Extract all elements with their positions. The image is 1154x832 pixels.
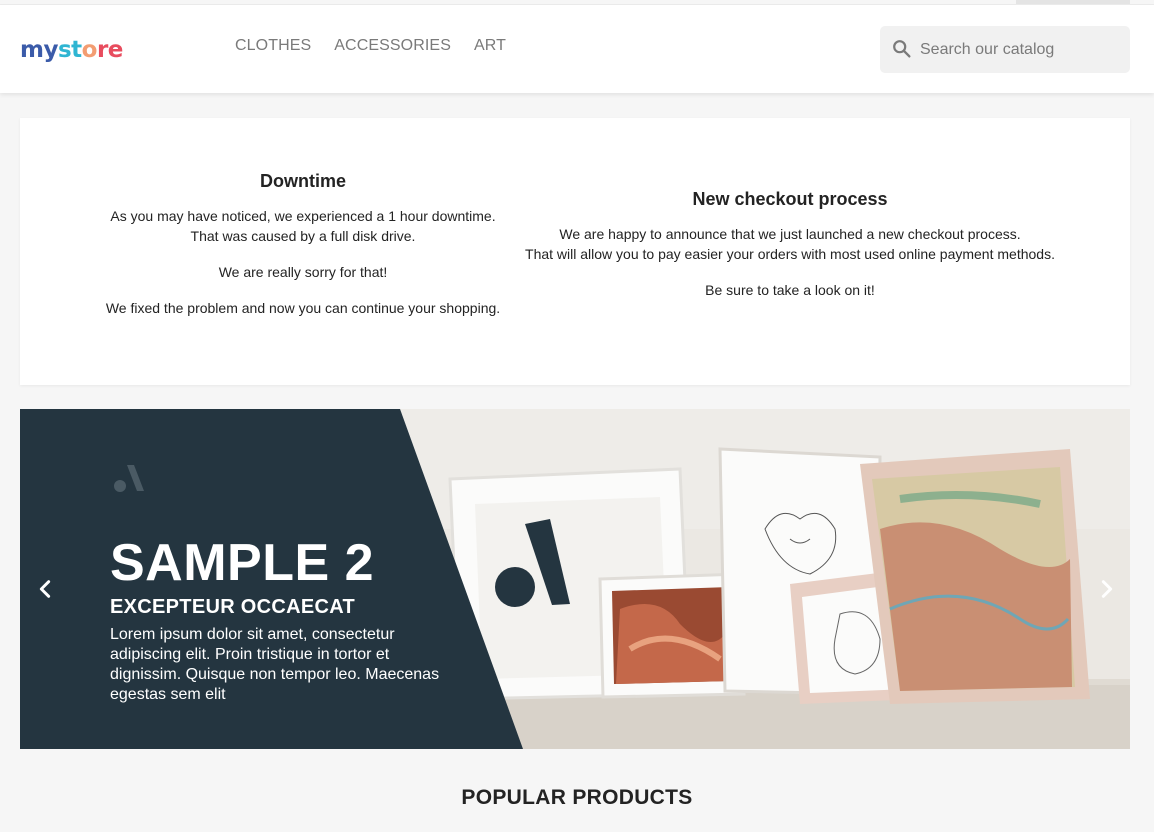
downtime-text: As you may have noticed, we experienced … [53,206,553,246]
slider-prev-button[interactable] [30,574,60,604]
search-icon[interactable] [891,38,913,60]
homepage-slider[interactable]: SAMPLE 2 EXCEPTEUR OCCAECAT Lorem ipsum … [20,409,1130,749]
checkout-text: We are happy to announce that we just la… [490,224,1090,264]
top-bar-tab[interactable] [1016,0,1130,4]
checkout-line-2: That will allow you to pay easier your o… [525,246,1055,262]
slide-caption: SAMPLE 2 EXCEPTEUR OCCAECAT Lorem ipsum … [110,409,440,749]
slide-title: SAMPLE 2 [110,534,375,592]
slide-subtitle: EXCEPTEUR OCCAECAT [110,596,356,618]
logo-part-3: re [96,37,123,63]
search-box [880,26,1130,73]
slider-next-button[interactable] [1092,574,1122,604]
checkout-line-1: We are happy to announce that we just la… [559,226,1021,242]
logo-part-1: st [57,37,82,63]
logo-part-2: o [81,37,98,63]
slide-text: Lorem ipsum dolor sit amet, consectetur … [110,626,440,703]
downtime-line-1: As you may have noticed, we experienced … [110,208,496,224]
downtime-notice: Downtime As you may have noticed, we exp… [53,171,553,334]
downtime-line-2: That was caused by a full disk drive. [190,228,416,244]
downtime-fixed: We fixed the problem and now you can con… [105,300,501,316]
checkout-title: New checkout process [692,189,888,209]
menu-item-art[interactable]: ART [474,36,506,56]
checkout-notice: New checkout process We are happy to ann… [490,189,1090,316]
checkout-cta: Be sure to take a look on it! [705,282,875,298]
main-menu: CLOTHES ACCESSORIES ART [235,36,529,56]
notice-box: Downtime As you may have noticed, we exp… [20,118,1130,385]
store-logo[interactable]: my st o re [20,36,123,66]
chevron-right-icon [1101,580,1113,598]
menu-item-accessories[interactable]: ACCESSORIES [334,36,451,56]
logo-part-0: my [20,37,58,63]
menu-item-clothes[interactable]: CLOTHES [235,36,311,56]
downtime-title: Downtime [259,171,346,191]
popular-products-title: POPULAR PRODUCTS [461,786,693,809]
search-input[interactable] [914,26,1124,73]
chevron-left-icon [39,580,51,598]
downtime-apology: We are really sorry for that! [218,264,388,280]
site-header: my st o re CLOTHES ACCESSORIES ART [0,5,1154,93]
